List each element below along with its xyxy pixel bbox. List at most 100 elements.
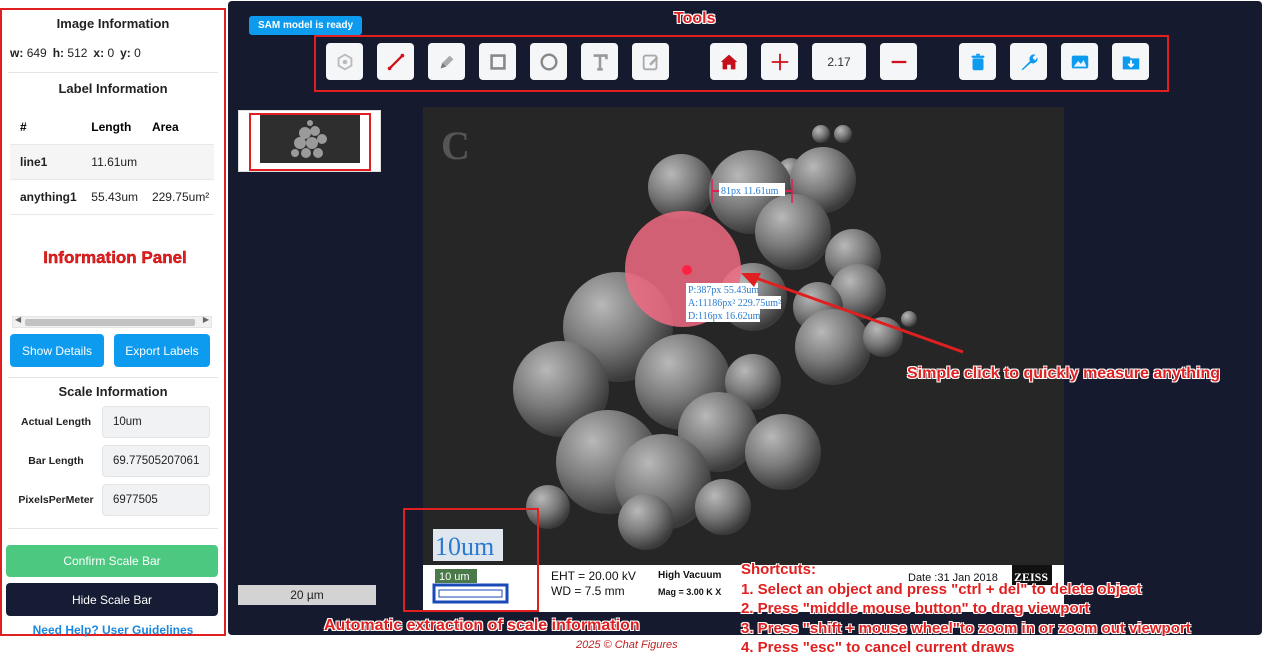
image-info-values: w: 649 h: 512 x: 0 y: 0 — [10, 46, 141, 60]
label-info-title: Label Information — [58, 81, 168, 96]
pen-tool-button[interactable] — [428, 43, 465, 80]
divider — [8, 72, 218, 73]
app-root: Image Information w: 649 h: 512 x: 0 y: … — [0, 0, 1270, 660]
shortcut-item: 1. Select an object and press "ctrl + de… — [741, 580, 1142, 598]
shortcuts-title: Shortcuts: — [741, 561, 816, 578]
x-label: x: — [93, 46, 105, 60]
bar-length-row: Bar Length 69.77505207061 — [10, 444, 214, 478]
actual-length-input[interactable]: 10um — [102, 406, 210, 438]
w-value: 649 — [26, 46, 47, 60]
viewport-scale-indicator: 20 µm — [238, 585, 376, 605]
viewport-frame[interactable] — [249, 113, 371, 171]
pixels-per-meter-row: PixelsPerMeter 6977505 — [10, 483, 214, 517]
shortcut-item: 4. Press "esc" to cancel current draws — [741, 639, 1015, 656]
col-length: Length — [81, 110, 142, 145]
download-folder-icon — [1122, 56, 1139, 69]
edit-tool-button[interactable] — [632, 43, 669, 80]
tools-annotation: Tools — [674, 10, 716, 27]
y-value: 0 — [134, 46, 141, 60]
panel-letter: C — [441, 123, 470, 168]
crosshair-icon — [771, 53, 788, 70]
pixels-per-meter-label: PixelsPerMeter — [18, 494, 94, 506]
line-measure-label: 81px 11.61um — [721, 186, 779, 197]
hide-scale-bar-button[interactable]: Hide Scale Bar — [6, 583, 218, 616]
sam-status-badge: SAM model is ready — [249, 16, 363, 35]
scrollbar-thumb[interactable] — [25, 319, 195, 326]
zoom-out-button[interactable] — [880, 43, 917, 80]
bar-length-label: Bar Length — [28, 455, 84, 467]
toolbar: 2.17 — [314, 35, 1169, 92]
diameter-label: D:116px 16.62um — [688, 311, 761, 322]
trash-icon — [971, 53, 984, 70]
polygon-tool-button[interactable] — [326, 43, 363, 80]
shortcuts-annotation: Shortcuts: 1. Select an object and press… — [741, 560, 1191, 658]
image-icon — [1071, 55, 1088, 68]
shortcut-item: 2. Press "middle mouse button" to drag v… — [741, 600, 1090, 617]
horizontal-scrollbar[interactable]: ◀ ▶ — [12, 315, 212, 328]
scroll-left-icon[interactable]: ◀ — [15, 315, 21, 324]
scale-info-title: Scale Information — [58, 384, 168, 399]
user-guidelines-link[interactable]: Need Help? User Guidelines — [2, 623, 224, 637]
row-name: line1 — [10, 144, 82, 180]
image-info-title: Image Information — [56, 16, 170, 31]
mag-text: Mag = 3.00 K X — [658, 587, 721, 597]
selection-point — [682, 265, 692, 275]
viewport-thumbnail[interactable] — [238, 110, 381, 172]
information-panel-annotation: Information Panel — [43, 248, 187, 267]
scroll-right-icon[interactable]: ▶ — [203, 315, 209, 324]
row-name: anything1 — [10, 179, 82, 215]
vacuum-text: High Vacuum — [658, 570, 721, 581]
label-table-header: # Length Area — [10, 110, 214, 145]
wd-text: WD = 7.5 mm — [551, 584, 625, 598]
row-area — [141, 144, 214, 180]
x-value: 0 — [107, 46, 115, 60]
rectangle-tool-button[interactable] — [479, 43, 516, 80]
information-panel: Image Information w: 649 h: 512 x: 0 y: … — [0, 8, 226, 637]
row-length: 11.61um — [81, 144, 142, 180]
area-label: A:11186px² 229.75um² — [688, 298, 781, 309]
crosshair-button[interactable] — [761, 43, 798, 80]
circle-tool-icon — [539, 52, 558, 71]
confirm-scale-bar-button[interactable]: Confirm Scale Bar — [6, 545, 218, 577]
home-button[interactable] — [710, 43, 747, 80]
polygon-tool-icon — [337, 53, 352, 70]
circle-tool-button[interactable] — [530, 43, 567, 80]
table-row[interactable]: line1 11.61um — [10, 144, 214, 180]
download-button[interactable] — [1112, 43, 1149, 80]
actual-length-label: Actual Length — [21, 416, 91, 428]
home-icon — [720, 54, 737, 69]
row-length: 55.43um — [81, 179, 142, 215]
divider — [8, 377, 218, 378]
row-area: 229.75um² — [141, 179, 214, 215]
w-label: w: — [10, 46, 24, 60]
table-row[interactable]: anything1 55.43um 229.75um² — [10, 179, 214, 215]
copyright: 2025 © Chat Figures — [576, 639, 678, 651]
scale-extraction-highlight — [403, 508, 539, 612]
export-labels-button[interactable]: Export Labels — [114, 334, 210, 367]
minus-icon — [891, 60, 906, 63]
actual-length-row: Actual Length 10um — [10, 405, 214, 439]
eht-text: EHT = 20.00 kV — [551, 569, 636, 583]
text-tool-button[interactable] — [581, 43, 618, 80]
line-tool-button[interactable] — [377, 43, 414, 80]
label-table: # Length Area line1 11.61um anything1 55… — [10, 110, 214, 215]
pixels-per-meter-input[interactable]: 6977505 — [102, 484, 210, 516]
y-label: y: — [120, 46, 131, 60]
col-area: Area — [141, 110, 214, 145]
image-button[interactable] — [1061, 43, 1098, 80]
col-index: # — [10, 110, 82, 145]
h-value: 512 — [67, 46, 88, 60]
wrench-icon — [1021, 53, 1037, 70]
scale-annotation: Automatic extraction of scale informatio… — [324, 617, 640, 634]
zoom-level[interactable]: 2.17 — [812, 43, 866, 80]
rectangle-tool-icon — [489, 53, 506, 70]
delete-button[interactable] — [959, 43, 996, 80]
settings-button[interactable] — [1010, 43, 1047, 80]
pen-tool-icon — [440, 55, 453, 68]
edit-tool-icon — [642, 54, 658, 70]
bar-length-input[interactable]: 69.77505207061 — [102, 445, 210, 477]
line-tool-icon — [387, 53, 404, 70]
text-tool-icon — [593, 53, 608, 71]
show-details-button[interactable]: Show Details — [10, 334, 104, 367]
h-label: h: — [52, 46, 65, 60]
